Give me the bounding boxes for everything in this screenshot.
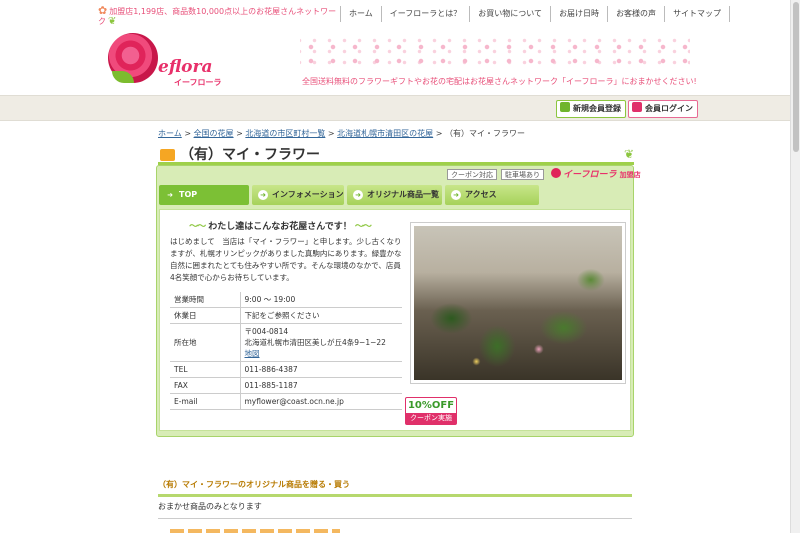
- tab-label: インフォメーション: [272, 190, 344, 199]
- tab-label: TOP: [179, 190, 198, 199]
- rose-icon: [551, 168, 561, 178]
- intro-heading-text: わたし達はこんなお花屋さんです！: [208, 222, 352, 232]
- page-title: （有）マイ・フラワー: [180, 147, 320, 163]
- closed-label: 休業日: [170, 307, 241, 324]
- shop-info-table: 営業時間 9:00 〜 19:00 休業日 下記をご参照ください 所在地 〒00…: [170, 292, 402, 410]
- network-notice-text: 加盟店1,199店、商品数10,000点以上のお花屋さんネットワーク: [98, 7, 337, 26]
- breadcrumb-separator: >: [327, 129, 335, 138]
- coupon-tag: クーポン対応: [447, 169, 497, 180]
- address-label: 所在地: [170, 323, 241, 362]
- breadcrumb-hokkaido[interactable]: 北海道の市区町村一覧: [245, 129, 325, 138]
- parking-tag: 駐車場あり: [501, 169, 544, 180]
- tel-label: TEL: [170, 361, 241, 378]
- table-row: TEL 011-886-4387: [170, 361, 402, 378]
- flower-icon: ✿: [98, 4, 108, 17]
- petal-decoration: [300, 38, 690, 68]
- coupon-badge[interactable]: 10%OFF クーポン実施: [405, 397, 457, 425]
- tab-original-products[interactable]: ➜ オリジナル商品一覧: [347, 185, 442, 205]
- shop-title-bar: （有）マイ・フラワー ❦: [158, 143, 634, 165]
- login-button[interactable]: 会員ログイン: [628, 100, 698, 118]
- nav-home[interactable]: ホーム: [340, 6, 381, 22]
- member-suffix: 加盟店: [619, 171, 641, 179]
- table-row: 営業時間 9:00 〜 19:00: [170, 292, 402, 308]
- breadcrumb-separator: >: [236, 129, 243, 138]
- leaf-icon: ❦: [108, 16, 117, 27]
- arrow-right-icon: ➜: [353, 190, 363, 200]
- intro-text: はじめまして 当店は「マイ・フラワー」と申します。少し古くなりますが、札幌オリン…: [170, 237, 402, 282]
- page-scrollbar[interactable]: [790, 0, 800, 533]
- shop-overview: 〜〜 わたし達はこんなお花屋さんです！ 〜〜 はじめまして 当店は「マイ・フラワ…: [159, 209, 631, 431]
- member-store-badge: イーフローラ 加盟店: [551, 167, 641, 180]
- fax-label: FAX: [170, 377, 241, 394]
- table-row: FAX 011-885-1187: [170, 377, 402, 394]
- map-link[interactable]: 地図: [245, 349, 260, 358]
- nav-delivery[interactable]: お届け日時: [550, 6, 607, 22]
- shop-badge-icon: [160, 149, 175, 161]
- scrollbar-thumb[interactable]: [793, 2, 799, 152]
- shop-panel: クーポン対応 駐車場あり イーフローラ 加盟店 ➜ TOP ➜ インフォメーション …: [156, 165, 641, 437]
- breadcrumb-kiyota[interactable]: 北海道札幌市清田区の花屋: [337, 129, 433, 138]
- site-tagline: 全国送料無料のフラワーギフトやお花の宅配はお花屋さんネットワーク「イーフローラ」…: [302, 77, 697, 86]
- register-button[interactable]: 新規会員登録: [556, 100, 626, 118]
- logo-subtext: イーフローラ: [174, 78, 222, 87]
- breadcrumb-separator: >: [184, 129, 192, 138]
- register-label: 新規会員登録: [573, 104, 621, 113]
- nav-reviews[interactable]: お客様の声: [607, 6, 664, 22]
- global-nav: ホーム イーフローラとは？ お買い物について お届け日時 お客様の声 サイトマッ…: [340, 6, 731, 22]
- leaf-icon: ❦: [623, 147, 634, 161]
- tab-label: オリジナル商品一覧: [367, 190, 439, 199]
- top-bar: ✿ 加盟店1,199店、商品数10,000点以上のお花屋さんネットワーク ❦ ホーム…: [0, 0, 790, 28]
- breadcrumb-separator: >: [435, 129, 443, 138]
- logo-text: eflora: [158, 57, 213, 77]
- login-label: 会員ログイン: [645, 104, 693, 113]
- breadcrumb: ホーム > 全国の花屋 > 北海道の市区町村一覧 > 北海道札幌市清田区の花屋 …: [158, 128, 525, 139]
- member-bar: 新規会員登録 会員ログイン: [0, 95, 790, 121]
- products-heading: （有）マイ・フラワーのオリジナル商品を贈る・買う: [158, 479, 632, 497]
- table-row: 休業日 下記をご参照ください: [170, 307, 402, 324]
- tab-access[interactable]: ➜ アクセス: [445, 185, 539, 205]
- tab-information[interactable]: ➜ インフォメーション: [252, 185, 344, 205]
- nav-about[interactable]: イーフローラとは？: [380, 6, 470, 22]
- site-logo[interactable]: eflora イーフローラ: [108, 33, 233, 88]
- closed-value: 下記をご参照ください: [240, 307, 402, 324]
- vine-decoration-icon: 〜〜: [189, 222, 206, 232]
- tab-label: アクセス: [465, 190, 497, 199]
- postal-code: 〒004-0814: [244, 327, 289, 336]
- email-label: E-mail: [170, 393, 241, 410]
- arrow-right-icon: ➜: [167, 191, 173, 199]
- member-brand: イーフローラ: [563, 170, 617, 180]
- vine-decoration-icon: 〜〜: [354, 222, 372, 232]
- hours-label: 営業時間: [170, 292, 241, 308]
- lock-icon: [632, 102, 642, 112]
- shop-tabs: ➜ TOP ➜ インフォメーション ➜ オリジナル商品一覧 ➜ アクセス: [159, 185, 539, 205]
- tel-value: 011-886-4387: [240, 361, 402, 378]
- coupon-label: クーポン実施: [406, 413, 456, 424]
- arrow-right-icon: ➜: [258, 190, 268, 200]
- breadcrumb-national[interactable]: 全国の花屋: [194, 129, 234, 138]
- tab-top[interactable]: ➜ TOP: [159, 185, 249, 205]
- address-value: 〒004-0814 北海道札幌市清田区美しが丘4条9−1−22 地図: [240, 323, 402, 362]
- arrow-right-icon: ➜: [451, 190, 461, 200]
- bottom-decoration: [170, 529, 340, 533]
- breadcrumb-home[interactable]: ホーム: [158, 129, 182, 138]
- table-row: 所在地 〒004-0814 北海道札幌市清田区美しが丘4条9−1−22 地図: [170, 323, 402, 362]
- nav-shopping-guide[interactable]: お買い物について: [469, 6, 550, 22]
- network-notice: ✿ 加盟店1,199店、商品数10,000点以上のお花屋さんネットワーク ❦: [98, 4, 338, 27]
- table-row: E-mail myflower@coast.ocn.ne.jp: [170, 393, 402, 410]
- hours-value: 9:00 〜 19:00: [240, 292, 402, 308]
- breadcrumb-current: （有）マイ・フラワー: [444, 129, 525, 138]
- register-icon: [560, 102, 570, 112]
- nav-sitemap[interactable]: サイトマップ: [664, 6, 731, 22]
- coupon-percent: 10%OFF: [407, 400, 455, 411]
- shop-tags: クーポン対応 駐車場あり: [447, 169, 544, 180]
- shop-photo: [410, 222, 626, 384]
- products-note: おまかせ商品のみとなります: [158, 501, 632, 519]
- street-address: 北海道札幌市清田区美しが丘4条9−1−22: [244, 338, 386, 347]
- shop-interior-image: [414, 226, 622, 380]
- fax-value: 011-885-1187: [240, 377, 402, 394]
- email-value: myflower@coast.ocn.ne.jp: [240, 393, 402, 410]
- intro-heading: 〜〜 わたし達はこんなお花屋さんです！ 〜〜: [170, 219, 390, 232]
